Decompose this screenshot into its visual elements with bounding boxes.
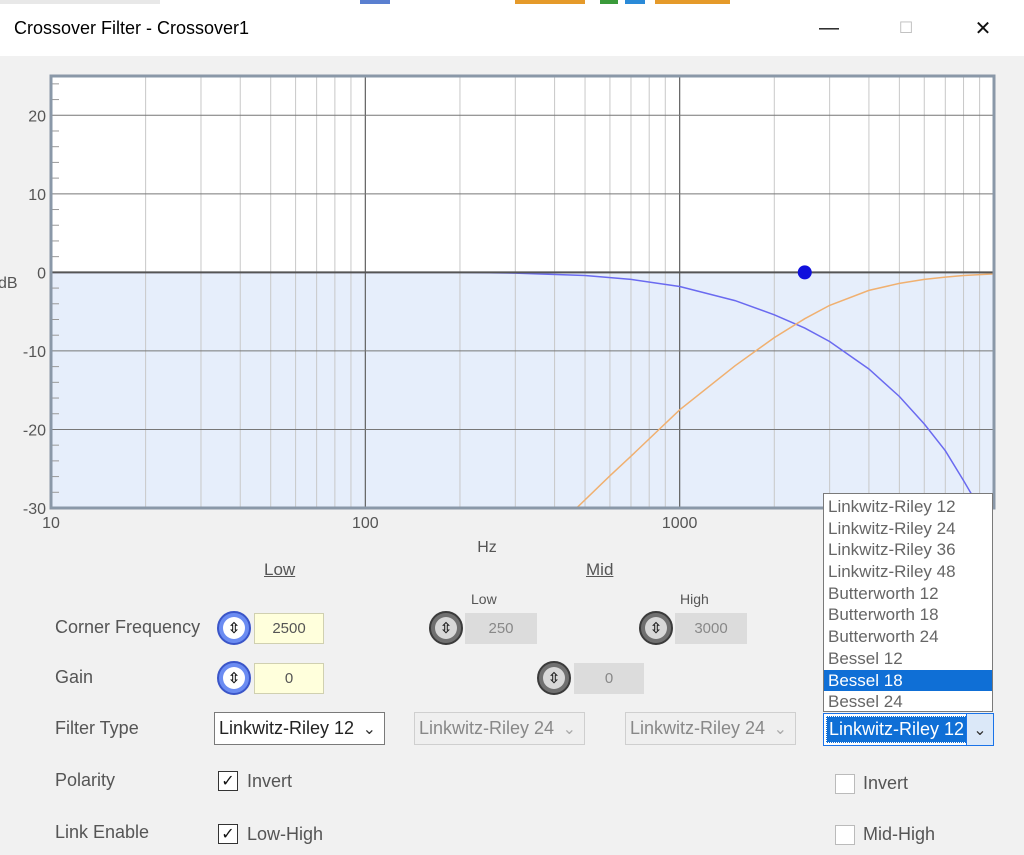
filter-type-label: Filter Type <box>55 718 139 738</box>
mid-high-frequency-knob[interactable]: ⇳ <box>639 611 673 645</box>
below-zero-fill <box>51 272 994 508</box>
high-filter-type-value: Linkwitz-Riley 12 <box>826 716 968 743</box>
mid-low-label: Low <box>471 591 497 607</box>
high-filter-type-select[interactable]: Linkwitz-Riley 12 ⌄ <box>823 713 994 746</box>
low-high-link-checkbox[interactable]: ✓ <box>218 824 238 844</box>
close-button[interactable]: ✕ <box>960 10 1006 46</box>
chevron-down-icon[interactable]: ⌄ <box>966 714 993 745</box>
chevron-down-icon: ⌄ <box>362 721 376 738</box>
dropdown-option[interactable]: Butterworth 18 <box>824 604 992 626</box>
knob-arrows-icon: ⇳ <box>435 617 457 639</box>
low-polarity-checkbox[interactable]: ✓ <box>218 771 238 791</box>
dropdown-option[interactable]: Linkwitz-Riley 36 <box>824 539 992 561</box>
x-axis-title: Hz <box>477 539 497 556</box>
mid-low-filter-type-value: Linkwitz-Riley 24 <box>419 718 555 738</box>
dropdown-option[interactable]: Linkwitz-Riley 12 <box>824 496 992 518</box>
checkmark-icon: ✓ <box>221 826 235 843</box>
frequency-response-chart: 20100-10-20-3010 100 1000 Hz dB <box>0 74 996 556</box>
high-polarity-checkbox[interactable] <box>835 774 855 794</box>
knob-arrows-icon: ⇳ <box>223 667 245 689</box>
gain-label: Gain <box>55 667 94 687</box>
mid-high-link-checkbox[interactable] <box>835 825 855 845</box>
title-bar: Crossover Filter - Crossover1 — ☐ ✕ <box>0 0 1024 56</box>
low-frequency-knob[interactable]: ⇳ <box>217 611 251 645</box>
link-enable-label: Link Enable <box>55 822 150 842</box>
mid-low-frequency-field[interactable]: 250 <box>465 613 537 644</box>
dropdown-option[interactable]: Linkwitz-Riley 24 <box>824 518 992 540</box>
low-filter-type-value: Linkwitz-Riley 12 <box>219 718 355 738</box>
low-polarity-invert-label: Invert <box>247 771 293 791</box>
low-gain-knob[interactable]: ⇳ <box>217 661 251 695</box>
filter-type-dropdown-list: Linkwitz-Riley 12 Linkwitz-Riley 24 Linkwi… <box>823 493 993 712</box>
dropdown-option[interactable]: Butterworth 12 <box>824 583 992 605</box>
dropdown-option[interactable]: Butterworth 24 <box>824 626 992 648</box>
mid-section-link[interactable]: Mid <box>586 560 613 580</box>
maximize-button[interactable]: ☐ <box>883 10 929 46</box>
mid-high-filter-type-select[interactable]: Linkwitz-Riley 24 ⌄ <box>625 712 796 745</box>
mid-high-label: High <box>680 591 709 607</box>
y-tick-label: 0 <box>37 265 46 282</box>
chevron-down-icon: ⌄ <box>773 721 787 738</box>
chevron-down-icon: ⌄ <box>562 721 576 738</box>
low-corner-frequency-field[interactable]: 2500 <box>254 613 324 644</box>
corner-frequency-label: Corner Frequency <box>55 617 201 637</box>
window-title: Crossover Filter - Crossover1 <box>14 18 250 38</box>
low-high-link-label: Low-High <box>247 824 324 844</box>
x-tick-label: 100 <box>352 515 379 532</box>
high-polarity-invert-label: Invert <box>863 773 909 793</box>
crossover-marker <box>797 265 812 280</box>
mid-gain-field[interactable]: 0 <box>574 663 644 694</box>
y-axis-title: dB <box>0 275 18 292</box>
dropdown-option[interactable]: Bessel 24 <box>824 691 992 713</box>
mid-high-frequency-field[interactable]: 3000 <box>675 613 747 644</box>
y-tick-label: 10 <box>28 187 46 204</box>
mid-low-filter-type-select[interactable]: Linkwitz-Riley 24 ⌄ <box>414 712 585 745</box>
taskbar-strip <box>0 0 1024 4</box>
low-gain-field[interactable]: 0 <box>254 663 324 694</box>
y-tick-label: -20 <box>23 422 46 439</box>
dropdown-option[interactable]: Bessel 12 <box>824 648 992 670</box>
mid-low-frequency-knob[interactable]: ⇳ <box>429 611 463 645</box>
dropdown-option[interactable]: Linkwitz-Riley 48 <box>824 561 992 583</box>
mid-high-link-label: Mid-High <box>863 824 936 844</box>
mid-gain-knob[interactable]: ⇳ <box>537 661 571 695</box>
y-tick-label: -10 <box>23 344 46 361</box>
checkmark-icon: ✓ <box>221 773 235 790</box>
x-tick-label: 1000 <box>662 515 698 532</box>
mid-high-filter-type-value: Linkwitz-Riley 24 <box>630 718 766 738</box>
low-section-link[interactable]: Low <box>264 560 295 580</box>
knob-arrows-icon: ⇳ <box>543 667 565 689</box>
y-tick-label: 20 <box>28 108 46 125</box>
knob-arrows-icon: ⇳ <box>645 617 667 639</box>
x-tick-label: 10 <box>42 515 60 532</box>
knob-arrows-icon: ⇳ <box>223 617 245 639</box>
dropdown-option[interactable]: Bessel 18 <box>824 669 992 692</box>
minimize-button[interactable]: — <box>806 10 852 46</box>
low-filter-type-select[interactable]: Linkwitz-Riley 12 ⌄ <box>214 712 385 745</box>
polarity-label: Polarity <box>55 770 116 790</box>
